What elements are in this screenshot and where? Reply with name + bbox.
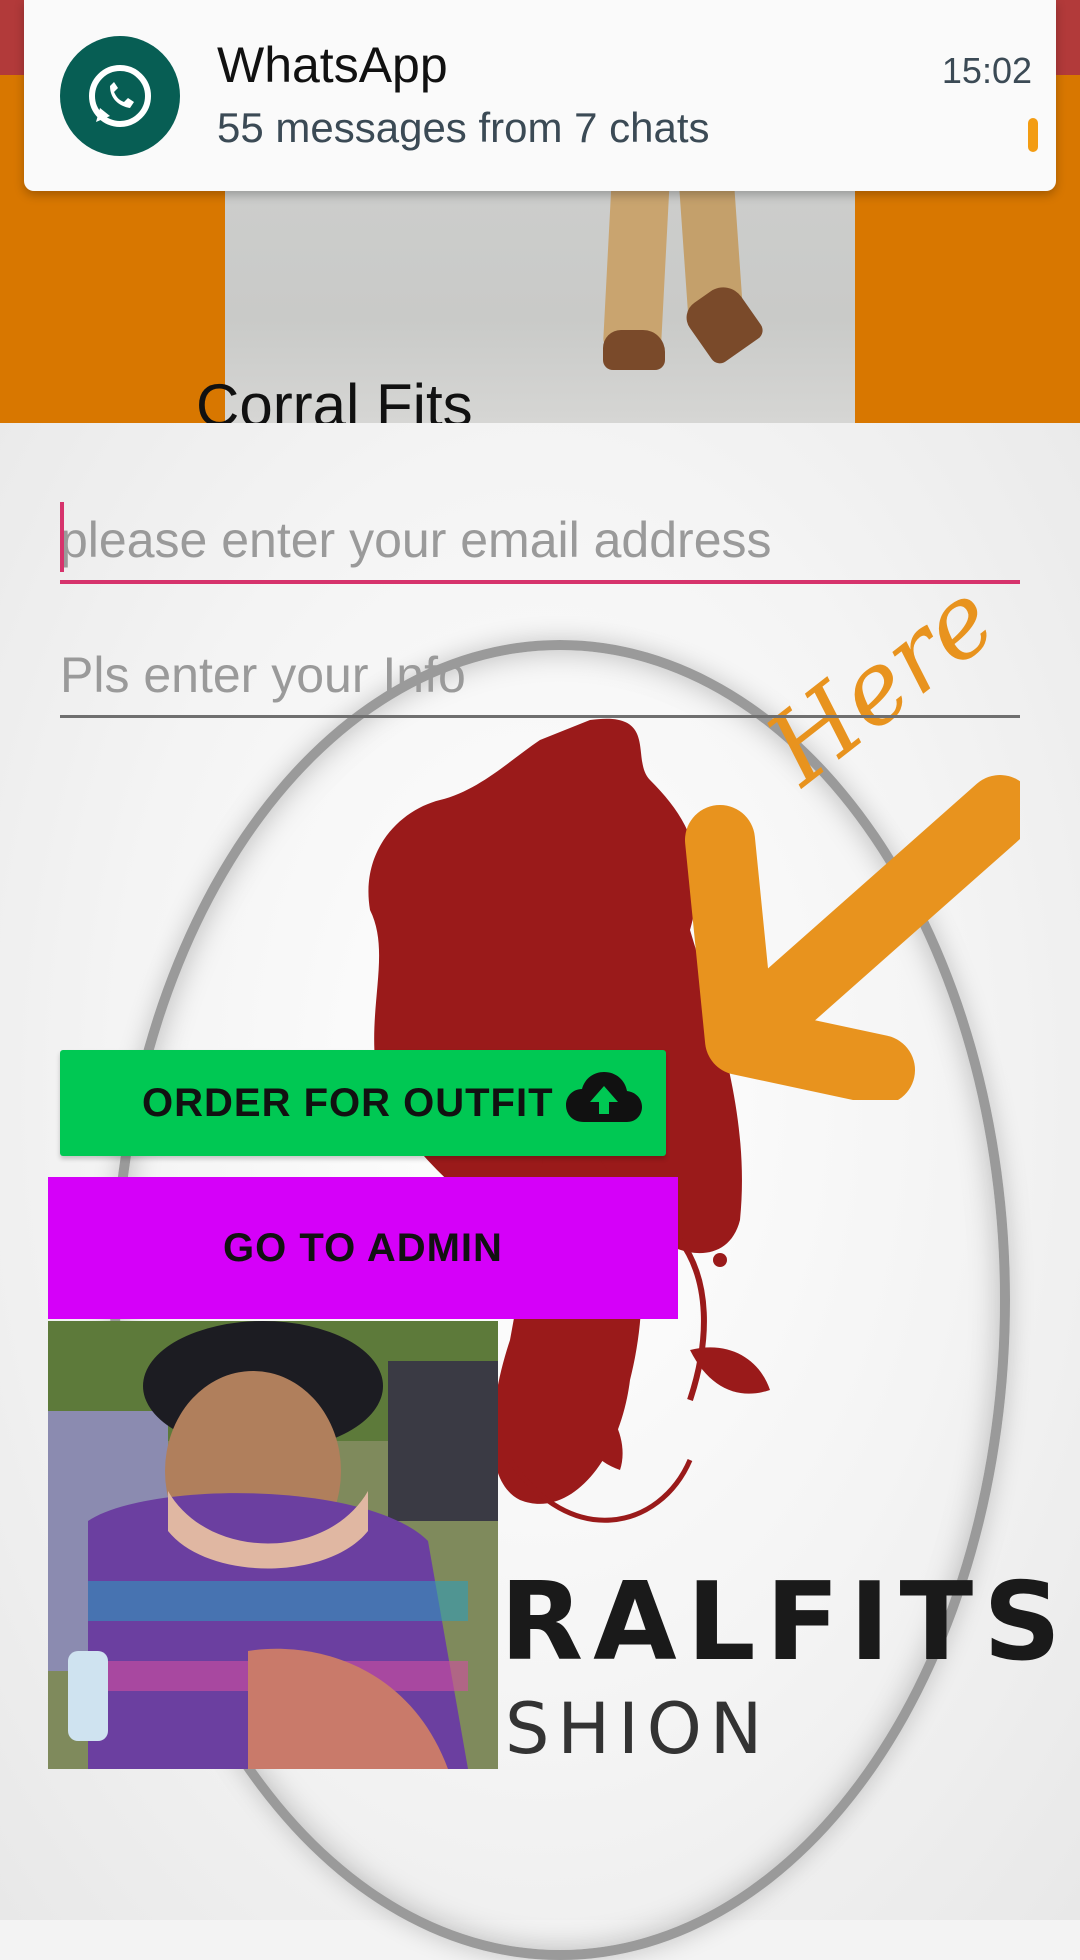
order-outfit-button[interactable]: ORDER FOR OUTFIT bbox=[60, 1050, 666, 1156]
cloud-upload-icon bbox=[566, 1072, 642, 1122]
app-title: Corral Fits bbox=[196, 372, 473, 423]
whatsapp-notification[interactable]: WhatsApp 55 messages from 7 chats 15:02 bbox=[24, 0, 1056, 191]
go-to-admin-button[interactable]: GO TO ADMIN bbox=[48, 1177, 678, 1319]
info-input[interactable] bbox=[60, 635, 1020, 718]
notification-time: 15:02 bbox=[941, 50, 1032, 91]
notification-indicator bbox=[1028, 118, 1038, 152]
text-caret bbox=[60, 502, 64, 572]
profile-photo bbox=[48, 1321, 498, 1769]
notification-message: 55 messages from 7 chats bbox=[217, 104, 710, 151]
whatsapp-icon bbox=[60, 36, 180, 156]
notification-app-name: WhatsApp bbox=[217, 37, 448, 93]
email-input[interactable] bbox=[60, 500, 1020, 584]
logo-text: RALFITS bbox=[500, 1560, 1071, 1685]
logo-subtext: SHION bbox=[505, 1688, 771, 1770]
order-button-label: ORDER FOR OUTFIT bbox=[142, 1080, 554, 1125]
